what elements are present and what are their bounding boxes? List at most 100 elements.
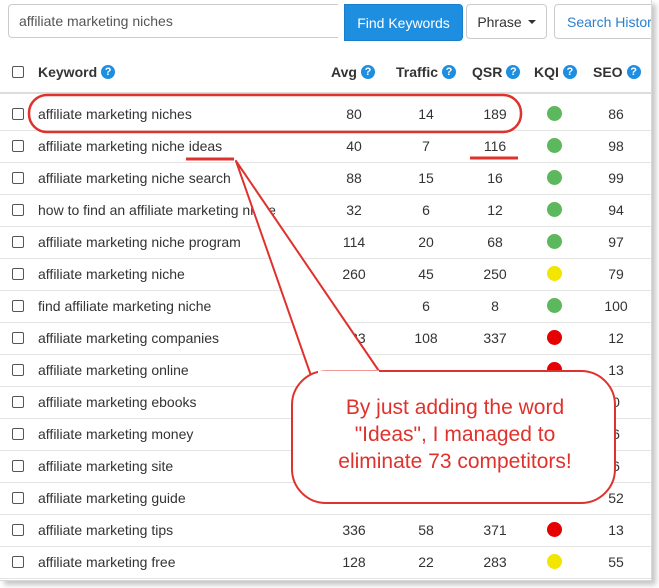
qsr-cell: 68 — [487, 234, 503, 250]
table-row[interactable]: affiliate marketing niche 260 45 250 79 — [0, 258, 651, 291]
traffic-cell: 7 — [422, 138, 430, 154]
keyword-cell[interactable]: affiliate marketing guide — [38, 490, 186, 506]
kqi-indicator — [547, 330, 562, 345]
qsr-cell: 8 — [491, 298, 499, 314]
keyword-cell[interactable]: how to find an affiliate marketing niche — [38, 202, 276, 218]
qsr-cell: 12 — [487, 202, 503, 218]
search-history-label: Search History — [567, 13, 652, 30]
table-header: Keyword? Avg? Traffic? QSR? KQI? SEO? — [0, 52, 651, 94]
keyword-cell[interactable]: affiliate marketing companies — [38, 330, 219, 346]
keyword-cell[interactable]: affiliate marketing site — [38, 458, 173, 474]
kqi-indicator — [547, 522, 562, 537]
row-checkbox[interactable] — [12, 268, 24, 280]
row-checkbox[interactable] — [12, 556, 24, 568]
avg-cell: 633 — [342, 330, 366, 346]
traffic-cell: 58 — [418, 522, 434, 538]
avg-cell: 80 — [346, 106, 362, 122]
col-traffic-label: Traffic — [396, 64, 439, 80]
callout-line-1: By just adding the word — [345, 396, 565, 419]
avg-cell: 40 — [346, 138, 362, 154]
keyword-search-input[interactable] — [8, 4, 338, 38]
traffic-cell: 20 — [418, 234, 434, 250]
table-row[interactable]: find affiliate marketing niche 6 8 100 — [0, 290, 651, 323]
row-checkbox[interactable] — [12, 140, 24, 152]
keyword-tool-panel: Find Keywords Phrase Search History Keyw… — [0, 0, 652, 581]
row-checkbox[interactable] — [12, 332, 24, 344]
col-traffic-header[interactable]: Traffic? — [396, 64, 457, 80]
help-icon[interactable]: ? — [562, 65, 577, 79]
avg-cell: 32 — [346, 202, 362, 218]
search-history-button[interactable]: Search History — [554, 4, 652, 39]
row-checkbox[interactable] — [12, 204, 24, 216]
row-checkbox[interactable] — [12, 172, 24, 184]
row-checkbox[interactable] — [12, 428, 24, 440]
row-checkbox[interactable] — [12, 524, 24, 536]
row-checkbox[interactable] — [12, 236, 24, 248]
kqi-indicator — [547, 106, 562, 121]
keyword-cell[interactable]: affiliate marketing ebooks — [38, 394, 197, 410]
qsr-cell: 337 — [483, 330, 507, 346]
avg-cell: 88 — [346, 170, 362, 186]
col-keyword-header[interactable]: Keyword? — [38, 64, 116, 80]
table-row[interactable]: affiliate marketing niche search 88 15 16 99 — [0, 162, 651, 195]
col-qsr-label: QSR — [472, 64, 503, 80]
kqi-indicator — [547, 266, 562, 281]
keyword-cell[interactable]: affiliate marketing niches — [38, 106, 192, 122]
help-icon[interactable]: ? — [506, 65, 521, 79]
col-seo-label: SEO — [593, 64, 623, 80]
avg-cell: 114 — [342, 234, 366, 250]
row-checkbox[interactable] — [12, 364, 24, 376]
keyword-cell[interactable]: affiliate marketing money — [38, 426, 193, 442]
seo-cell: 94 — [608, 202, 624, 218]
col-keyword-label: Keyword — [38, 64, 98, 80]
row-checkbox[interactable] — [12, 396, 24, 408]
table-row[interactable]: affiliate marketing companies 633 108 337 12 — [0, 322, 651, 355]
keyword-cell[interactable]: find affiliate marketing niche — [38, 298, 211, 314]
col-qsr-header[interactable]: QSR? — [472, 64, 521, 80]
traffic-cell: 45 — [418, 266, 434, 282]
table-row[interactable]: affiliate marketing guide 52 — [0, 482, 651, 515]
chevron-down-icon — [527, 19, 536, 24]
phrase-label: Phrase — [477, 13, 522, 30]
table-row[interactable]: affiliate marketing niches 80 14 189 86 — [0, 98, 651, 131]
table-row[interactable]: how to find an affiliate marketing niche… — [0, 194, 651, 227]
avg-cell: 260 — [342, 266, 366, 282]
keyword-cell[interactable]: affiliate marketing niche search — [38, 170, 231, 186]
col-seo-header[interactable]: SEO? — [593, 64, 641, 80]
keyword-cell[interactable]: affiliate marketing free — [38, 554, 175, 570]
row-checkbox[interactable] — [12, 460, 24, 472]
row-checkbox[interactable] — [12, 108, 24, 120]
qsr-cell: 189 — [483, 106, 507, 122]
help-icon[interactable]: ? — [101, 65, 116, 79]
table-row[interactable]: affiliate marketing online 13 — [0, 354, 651, 387]
kqi-indicator — [547, 298, 562, 313]
keyword-cell[interactable]: affiliate marketing online — [38, 362, 189, 378]
seo-cell: 55 — [608, 554, 624, 570]
help-icon[interactable]: ? — [360, 65, 375, 79]
seo-cell: 13 — [608, 522, 624, 538]
phrase-dropdown[interactable]: Phrase — [466, 4, 547, 39]
col-kqi-header[interactable]: KQI? — [534, 64, 577, 80]
keyword-cell[interactable]: affiliate marketing niche ideas — [38, 138, 222, 154]
help-icon[interactable]: ? — [626, 65, 641, 79]
keyword-cell[interactable]: affiliate marketing tips — [38, 522, 173, 538]
col-avg-header[interactable]: Avg? — [331, 64, 375, 80]
callout-line-2: "Ideas", I managed to — [354, 423, 556, 446]
table-row[interactable]: affiliate marketing niche program 114 20 68… — [0, 226, 651, 259]
col-avg-label: Avg — [331, 64, 357, 80]
callout-line-3: eliminate 73 competitors! — [338, 450, 572, 473]
help-icon[interactable]: ? — [442, 65, 457, 79]
row-checkbox[interactable] — [12, 300, 24, 312]
row-checkbox[interactable] — [12, 492, 24, 504]
table-row[interactable]: affiliate marketing free 128 22 283 55 — [0, 546, 651, 579]
select-all-checkbox[interactable] — [12, 66, 24, 78]
find-keywords-button[interactable]: Find Keywords — [344, 4, 463, 41]
keyword-cell[interactable]: affiliate marketing niche — [38, 266, 185, 282]
keyword-cell[interactable]: affiliate marketing niche program — [38, 234, 241, 250]
seo-cell: 52 — [608, 490, 624, 506]
table-row[interactable]: affiliate marketing niche ideas 40 7 116 98 — [0, 130, 651, 163]
table-row[interactable]: affiliate marketing tips 336 58 371 13 — [0, 514, 651, 547]
seo-cell: 100 — [604, 298, 628, 314]
seo-cell: 98 — [608, 138, 624, 154]
traffic-cell: 15 — [418, 170, 434, 186]
